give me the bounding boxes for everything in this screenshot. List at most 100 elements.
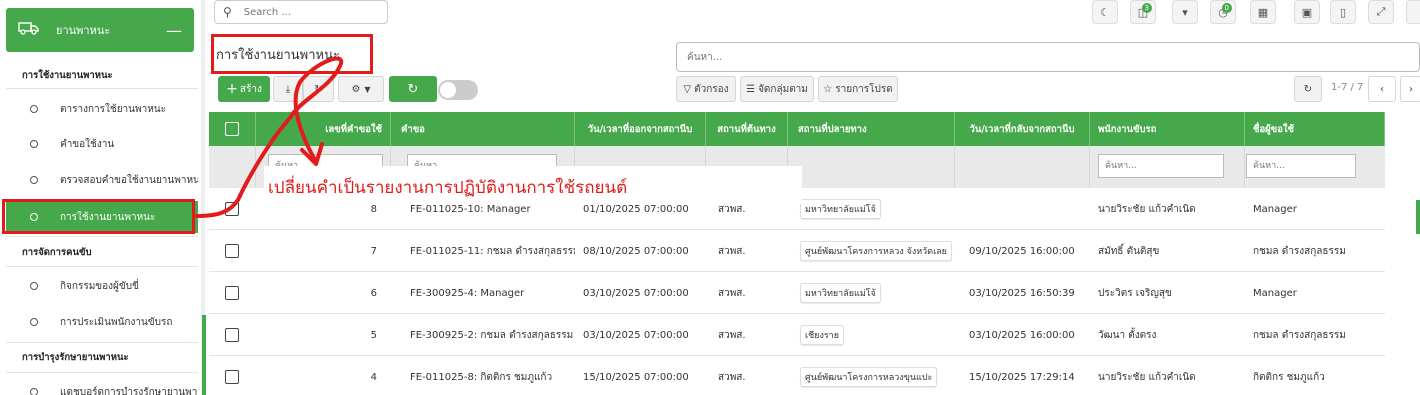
chevron-left-icon: ‹ [1380,83,1384,95]
group-by-button[interactable]: ☰ จัดกลุ่มตาม [740,76,814,102]
cell-requester: Manager [1245,188,1385,230]
row-checkbox[interactable] [225,370,239,384]
col-driver[interactable]: พนักงานขับรถ [1090,112,1245,146]
fullscreen-icon[interactable]: ⤢ [1368,0,1394,24]
cell-out: 03/10/2025 07:00:00 [575,272,706,314]
cell-back: 03/10/2025 16:00:00 [955,314,1090,356]
refresh-button[interactable]: ↻ [389,76,437,102]
gear-icon: ⚙ [351,83,361,95]
filter-button[interactable]: ▽ ตัวกรอง [676,76,736,102]
cell-src: สวพส. [706,314,788,356]
table-row[interactable]: 7 FE-011025-11: กชมล ดำรงสกุลธรรม 08/10/20… [209,230,1385,272]
divider [6,266,198,267]
table-row[interactable]: 6 FE-300925-4: Manager 03/10/2025 07:00:00… [209,272,1385,314]
reload-button[interactable]: ↻ [1294,76,1322,102]
col-destination[interactable]: สถานที่ปลายทาง [788,112,955,146]
sidebar-item-driver-evaluation[interactable]: การประเมินพนักงานขับรถ [6,306,198,338]
sync-button[interactable]: ↻ [303,76,334,102]
module-vehicle-button[interactable]: ยานพาหนะ — [6,8,194,52]
toggle-knob [440,82,456,98]
translate-icon[interactable]: ▣ [1294,0,1320,24]
cell-value: 08/10/2025 07:00:00 [583,245,689,257]
filter-cell [1090,146,1245,188]
cell-value: ประวิตร เจริญสุข [1098,287,1172,299]
bullet-icon [30,105,38,113]
toggle-switch[interactable] [438,80,478,100]
collapse-icon[interactable]: — [166,21,182,40]
next-page-button[interactable]: › [1400,76,1420,102]
create-button[interactable]: + สร้าง [218,76,270,102]
filter-cell [788,146,955,188]
row-checkbox[interactable] [225,286,239,300]
global-search[interactable]: ⚲ [214,0,388,24]
cell-value: 03/10/2025 16:00:00 [969,329,1075,341]
cell-dst: ศูนย์พัฒนาโครงการหลวง จังหวัดเลย [788,230,955,272]
col-return-time[interactable]: วัน/เวลาที่กลับจากสถานีบ [955,112,1090,146]
table-row[interactable]: 4 FE-011025-8: กิตติกร ชมภูแก้ว 15/10/2025… [209,356,1385,395]
global-search-input[interactable] [243,6,364,18]
refresh-icon: ↻ [407,81,419,97]
activity-icon[interactable]: ◷ 0 [1210,0,1236,24]
col-request-no[interactable]: เลขที่คำขอใช้ [256,112,391,146]
cell-value: สวพส. [718,329,746,341]
cell-value: 15/10/2025 17:29:14 [969,371,1075,383]
sidebar-item-maintenance-dashboard[interactable]: แดชบอร์ดการบำรุงรักษายานพาหนะ [6,376,198,395]
bookmark-icon[interactable]: ▯ [1330,0,1356,24]
cell-value: Manager [1253,287,1297,299]
cell-value: 7 [370,245,377,257]
cell-value: ศูนย์พัฒนาโครงการหลวง จังหวัดเลย [800,241,952,261]
row-select-cell [225,314,255,356]
cell-no: 7 [256,230,391,272]
download-icon: ⤓ [285,83,291,95]
cell-out: 03/10/2025 07:00:00 [575,314,706,356]
col-request[interactable]: คำขอ [391,112,575,146]
cell-value: เชียงราย [800,325,845,345]
search-input[interactable] [676,42,1420,72]
chat-icon[interactable]: ◫3 [1130,0,1156,24]
row-checkbox[interactable] [225,202,239,216]
cell-value: 03/10/2025 07:00:00 [583,329,689,341]
cell-value: 01/10/2025 07:00:00 [583,203,689,215]
cell-value: 5 [370,329,377,341]
sidebar-item-review-requests[interactable]: ตรวจสอบคำขอใช้งานยานพาหนะ [6,164,198,196]
settings-dropdown-button[interactable]: ⚙ ▼ [338,76,384,102]
divider [6,88,198,89]
favorites-button[interactable]: ☆ รายการโปรด [818,76,898,102]
filter-driver[interactable] [1098,154,1224,178]
cell-back: 03/10/2025 16:50:39 [955,272,1090,314]
col-requester[interactable]: ชื่อผู้ขอใช้ [1245,112,1385,146]
filter-requester[interactable] [1246,154,1356,178]
cell-value: FE-011025-11: กชมล ดำรงสกุลธรรม [410,245,575,257]
dropdown-icon[interactable]: ▾ [1172,0,1198,24]
download-button[interactable]: ⤓ [273,76,303,102]
annotation-text: เปลี่ยนคำเป็นรายงานการปฏิบัติงานการใช้รถ… [268,178,628,198]
col-origin[interactable]: สถานที่ต้นทาง [706,112,788,146]
cell-requester: กิตติกร ชมภูแก้ว [1245,356,1385,395]
cell-req: FE-011025-11: กชมล ดำรงสกุลธรรม [391,230,575,272]
row-checkbox[interactable] [225,244,239,258]
table-header: เลขที่คำขอใช้ คำขอ วัน/เวลาที่ออกจากสถาน… [209,112,1385,146]
col-departure-time[interactable]: วัน/เวลาที่ออกจากสถานีบ [575,112,706,146]
row-checkbox[interactable] [225,328,239,342]
select-all-checkbox[interactable] [225,122,239,136]
cell-value: 6 [370,287,377,299]
divider [6,342,198,343]
dark-mode-icon[interactable]: ☾ [1092,0,1118,24]
section-title-usage: การใช้งานยานพาหนะ [22,70,113,81]
calculator-icon[interactable]: ▦ [1250,0,1276,24]
activity-badge: 0 [1221,3,1232,13]
filter-icon: ▽ [683,83,692,95]
cell-value: ศูนย์พัฒนาโครงการหลวงขุนแปะ [800,367,938,387]
sidebar-item-driver-activities[interactable]: กิจกรรมของผู้ขับขี่ [6,270,198,302]
user-menu-icon[interactable] [1406,0,1420,24]
row-select-cell [225,188,255,230]
cell-no: 5 [256,314,391,356]
bullet-icon [30,140,38,148]
sidebar-item-schedule[interactable]: ตารางการใช้ยานพาหนะ [6,93,198,125]
table-row[interactable]: 5 FE-300925-2: กชมล ดำรงสกุลธรรม 03/10/202… [209,314,1385,356]
module-label: ยานพาหนะ [56,24,111,37]
prev-page-button[interactable]: ‹ [1368,76,1396,102]
cell-value: มหาวิทยาลัยแม่โจ้ [800,283,881,303]
sidebar-item-requests[interactable]: คำขอใช้งาน [6,128,198,160]
cell-value: มหาวิทยาลัยแม่โจ้ [800,199,881,219]
